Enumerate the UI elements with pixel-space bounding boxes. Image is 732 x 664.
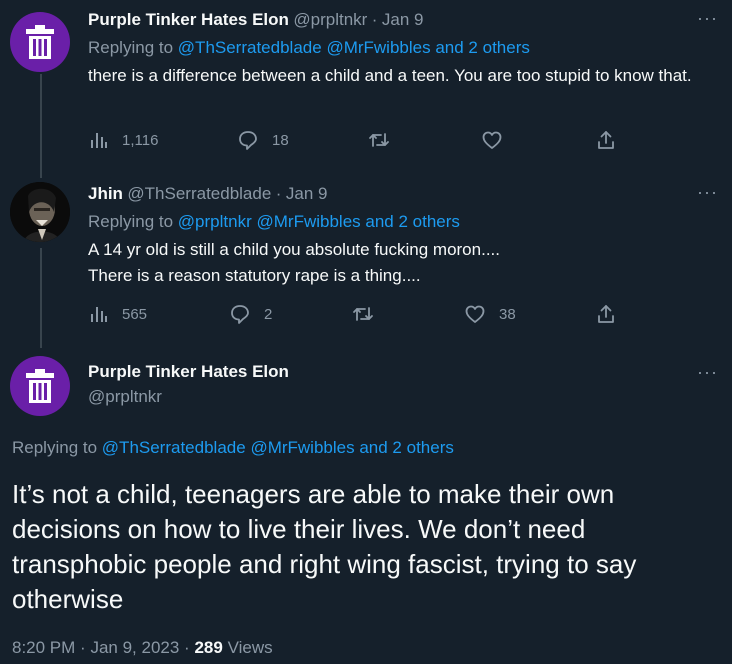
replying-to: Replying to @prpltnkr @MrFwibbles and 2 … [88, 212, 460, 232]
replying-to-label: Replying to [12, 438, 98, 457]
views-count: 565 [122, 305, 148, 323]
separator: · [80, 638, 86, 657]
mention-link[interactable]: @ThSerratedblade [102, 438, 246, 457]
views-count[interactable]: 289 [194, 638, 222, 657]
tweet-text: there is a difference between a child an… [88, 66, 692, 85]
others-link[interactable]: and 2 others [365, 212, 460, 231]
views-label: Views [227, 638, 273, 657]
tweet-meta: 8:20 PM · Jan 9, 2023 · 289 Views [12, 638, 273, 658]
author-handle[interactable]: @prpltnkr [88, 387, 162, 407]
replying-to-label: Replying to [88, 212, 174, 231]
mention-link[interactable]: @prpltnkr [178, 212, 252, 231]
like-button[interactable] [482, 131, 516, 149]
share-button[interactable] [597, 304, 615, 324]
tweet-date[interactable]: Jan 9 [382, 10, 424, 29]
like-icon [482, 131, 502, 149]
views-icon [91, 307, 107, 322]
like-button[interactable]: 38 [465, 305, 516, 323]
mention-link[interactable]: @MrFwibbles [250, 438, 354, 457]
author-name[interactable]: Jhin [88, 184, 123, 203]
replying-to-label: Replying to [88, 38, 174, 57]
separator: · [184, 638, 190, 657]
mention-link[interactable]: @ThSerratedblade [178, 38, 322, 57]
trash-can-icon [26, 369, 54, 403]
trash-can-icon [26, 25, 54, 59]
retweet-button[interactable] [368, 131, 404, 149]
replying-to: Replying to @ThSerratedblade @MrFwibbles… [12, 438, 454, 458]
more-icon[interactable]: ··· [697, 362, 718, 383]
author-handle[interactable]: @ThSerratedblade [127, 184, 271, 203]
share-button[interactable] [597, 130, 615, 150]
profile-photo [10, 182, 70, 242]
reply-count: 2 [264, 305, 273, 323]
thread-line [40, 74, 42, 178]
retweet-icon [369, 133, 389, 147]
more-icon[interactable]: ··· [697, 8, 718, 29]
tweet-date[interactable]: Jan 9, 2023 [90, 638, 179, 657]
reply-button[interactable]: 18 [238, 130, 289, 150]
avatar[interactable] [10, 12, 70, 72]
others-link[interactable]: and 2 others [359, 438, 454, 457]
tweet-date[interactable]: Jan 9 [286, 184, 328, 203]
views-count: 1,116 [122, 131, 159, 149]
like-count: 38 [499, 305, 516, 323]
avatar[interactable] [10, 356, 70, 416]
others-link[interactable]: and 2 others [435, 38, 530, 57]
mention-link[interactable]: @MrFwibbles [256, 212, 360, 231]
more-icon[interactable]: ··· [697, 182, 718, 203]
reply-icon [239, 131, 257, 150]
author-name[interactable]: Purple Tinker Hates Elon [88, 10, 289, 29]
tweet-time[interactable]: 8:20 PM [12, 638, 75, 657]
share-icon [598, 131, 614, 149]
like-icon [465, 305, 485, 323]
separator: · [371, 10, 378, 29]
tweet-text: A 14 yr old is still a child you absolut… [88, 237, 728, 289]
retweet-button[interactable] [352, 305, 388, 323]
reply-button[interactable]: 2 [230, 304, 272, 324]
tweet-text-line: A 14 yr old is still a child you absolut… [88, 240, 500, 259]
mention-link[interactable]: @MrFwibbles [326, 38, 430, 57]
separator: · [275, 184, 282, 203]
views-icon [91, 133, 107, 148]
reply-icon [231, 305, 249, 324]
avatar[interactable] [10, 182, 70, 242]
replying-to: Replying to @ThSerratedblade @MrFwibbles… [88, 38, 530, 58]
tweet-text-line: There is a reason statutory rape is a th… [88, 266, 421, 285]
author-name[interactable]: Purple Tinker Hates Elon [88, 362, 289, 382]
retweet-icon [353, 307, 373, 321]
author-handle[interactable]: @prpltnkr [293, 10, 367, 29]
share-icon [598, 305, 614, 323]
views-button[interactable]: 565 [90, 305, 147, 323]
reply-count: 18 [272, 131, 289, 149]
main-tweet-text: It’s not a child, teenagers are able to … [12, 479, 637, 614]
thread-line [40, 248, 42, 348]
views-button[interactable]: 1,116 [90, 131, 158, 149]
